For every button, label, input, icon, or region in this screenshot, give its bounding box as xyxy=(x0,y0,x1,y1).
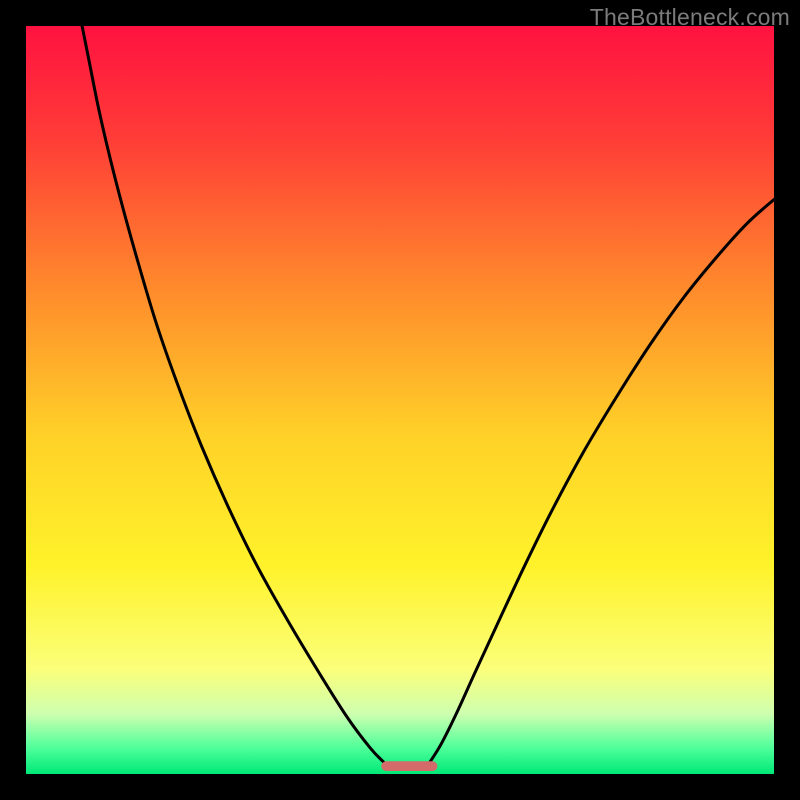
plot-area xyxy=(26,26,774,774)
watermark-label: TheBottleneck.com xyxy=(590,4,790,31)
outer-frame: TheBottleneck.com xyxy=(0,0,800,800)
chart-svg xyxy=(26,26,774,774)
bottleneck-marker xyxy=(381,761,437,771)
gradient-background xyxy=(26,26,774,774)
